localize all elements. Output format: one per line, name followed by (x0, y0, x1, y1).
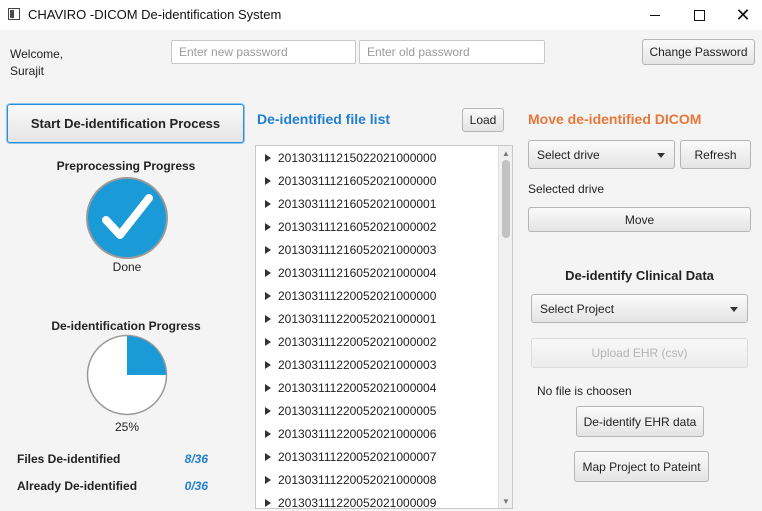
new-password-input[interactable] (171, 40, 356, 64)
file-tree-item[interactable]: 201303111216052021000000 (256, 169, 512, 192)
file-tree-item[interactable]: 201303111216052021000003 (256, 238, 512, 261)
progress-pie-slice (127, 336, 166, 375)
project-select-value: Select Project (540, 301, 615, 316)
change-password-button[interactable]: Change Password (642, 39, 755, 65)
expand-arrow-icon[interactable] (265, 153, 271, 162)
file-tree-item-label: 201303111220052021000005 (278, 403, 437, 418)
file-tree-item-label: 201303111216052021000004 (278, 265, 437, 280)
file-tree-item[interactable]: 201303111220052021000007 (256, 445, 512, 468)
file-tree-item[interactable]: 201303111215022021000000 (256, 146, 512, 169)
drive-select[interactable]: Select drive (528, 140, 675, 169)
scroll-up-icon[interactable]: ▲ (499, 147, 512, 159)
start-deidentification-button[interactable]: Start De-identification Process (7, 104, 244, 143)
load-button[interactable]: Load (462, 108, 504, 132)
old-password-input[interactable] (359, 40, 545, 64)
file-tree-item[interactable]: 201303111216052021000002 (256, 215, 512, 238)
expand-arrow-icon[interactable] (265, 360, 271, 369)
deidentify-ehr-button[interactable]: De-identify EHR data (576, 406, 704, 437)
expand-arrow-icon[interactable] (265, 222, 271, 231)
file-tree-item[interactable]: 201303111220052021000008 (256, 468, 512, 491)
expand-arrow-icon[interactable] (265, 475, 271, 484)
file-tree-item-label: 201303111220052021000001 (278, 311, 437, 326)
preprocessing-status: Done (112, 260, 142, 274)
expand-arrow-icon[interactable] (265, 452, 271, 461)
file-tree-item-label: 201303111216052021000002 (278, 219, 437, 234)
expand-arrow-icon[interactable] (265, 314, 271, 323)
file-tree-item-label: 201303111220052021000007 (278, 449, 437, 464)
selected-drive-label: Selected drive (528, 182, 605, 196)
expand-arrow-icon[interactable] (265, 291, 271, 300)
expand-arrow-icon[interactable] (265, 406, 271, 415)
file-tree-item-label: 201303111220052021000009 (278, 495, 437, 509)
file-tree-item-label: 201303111216052021000000 (278, 173, 437, 188)
maximize-icon[interactable] (676, 0, 722, 30)
move-dicom-title: Move de-identified DICOM (528, 111, 702, 127)
scroll-thumb[interactable] (502, 160, 510, 238)
preprocessing-progress-title: Preprocessing Progress (56, 159, 196, 173)
drive-select-value: Select drive (537, 147, 600, 162)
move-button[interactable]: Move (528, 207, 751, 232)
file-tree-item-label: 201303111220052021000002 (278, 334, 437, 349)
files-deidentified-value: 8/36 (184, 452, 208, 466)
file-tree-item[interactable]: 201303111220052021000005 (256, 399, 512, 422)
file-tree-item-label: 201303111220052021000006 (278, 426, 437, 441)
expand-arrow-icon[interactable] (265, 498, 271, 507)
close-icon[interactable]: ✕ (720, 0, 762, 30)
app-icon (8, 8, 20, 20)
checkmark-icon (86, 177, 168, 259)
title-bar: CHAVIRO -DICOM De-identification System … (0, 0, 762, 30)
expand-arrow-icon[interactable] (265, 383, 271, 392)
file-tree-item-label: 201303111216052021000003 (278, 242, 437, 257)
welcome-username: Surajit (10, 64, 45, 78)
file-tree-item[interactable]: 201303111220052021000000 (256, 284, 512, 307)
file-tree-item[interactable]: 201303111216052021000001 (256, 192, 512, 215)
files-deidentified-label: Files De-identified (17, 452, 121, 466)
chevron-down-icon (657, 152, 665, 158)
expand-arrow-icon[interactable] (265, 176, 271, 185)
already-deidentified-value: 0/36 (184, 479, 208, 493)
already-deidentified-label: Already De-identified (17, 479, 138, 493)
file-tree-item[interactable]: 201303111220052021000003 (256, 353, 512, 376)
file-tree-item-label: 201303111220052021000003 (278, 357, 437, 372)
file-tree[interactable]: 201303111215022021000000 2013031112160520… (255, 145, 513, 509)
welcome-greeting: Welcome, (10, 47, 64, 61)
deidentification-progress-title: De-identification Progress (51, 319, 201, 333)
file-tree-rows: 201303111215022021000000 2013031112160520… (256, 146, 512, 509)
file-tree-item[interactable]: 201303111220052021000002 (256, 330, 512, 353)
file-tree-item[interactable]: 201303111220052021000006 (256, 422, 512, 445)
file-tree-item[interactable]: 201303111220052021000009 (256, 491, 512, 509)
project-select[interactable]: Select Project (531, 294, 748, 323)
expand-arrow-icon[interactable] (265, 199, 271, 208)
file-tree-item-label: 201303111215022021000000 (278, 150, 437, 165)
file-tree-item[interactable]: 201303111216052021000004 (256, 261, 512, 284)
main-area: Start De-identification Process Preproce… (0, 86, 762, 511)
file-tree-item-label: 201303111220052021000004 (278, 380, 437, 395)
chevron-down-icon (730, 306, 738, 312)
upload-ehr-button[interactable]: Upload EHR (csv) (531, 338, 748, 368)
scroll-down-icon[interactable]: ▼ (499, 495, 512, 507)
clinical-data-title: De-identify Clinical Data (565, 268, 714, 283)
file-tree-item[interactable]: 201303111220052021000004 (256, 376, 512, 399)
expand-arrow-icon[interactable] (265, 337, 271, 346)
file-tree-item-label: 201303111216052021000001 (278, 196, 437, 211)
map-project-button[interactable]: Map Project to Pateint (574, 451, 709, 482)
deidentification-progress-pie (86, 334, 168, 416)
window-title: CHAVIRO -DICOM De-identification System (28, 7, 282, 22)
minimize-icon[interactable] (632, 0, 678, 30)
deidentification-percent: 25% (114, 420, 140, 434)
file-tree-item-label: 201303111220052021000000 (278, 288, 437, 303)
refresh-button[interactable]: Refresh (680, 140, 751, 169)
welcome-text: Welcome, Surajit (10, 46, 63, 80)
header-bar: Welcome, Surajit Change Password (0, 30, 762, 86)
expand-arrow-icon[interactable] (265, 268, 271, 277)
no-file-status: No file is choosen (537, 384, 632, 398)
vertical-scrollbar[interactable]: ▲ ▼ (498, 146, 512, 508)
expand-arrow-icon[interactable] (265, 245, 271, 254)
expand-arrow-icon[interactable] (265, 429, 271, 438)
file-tree-item[interactable]: 201303111220052021000001 (256, 307, 512, 330)
file-tree-item-label: 201303111220052021000008 (278, 472, 437, 487)
deidentified-file-list-title: De-identified file list (257, 111, 391, 127)
